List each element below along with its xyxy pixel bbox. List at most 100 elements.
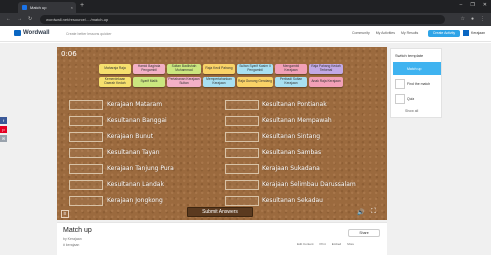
new-tab-button[interactable]: +: [80, 2, 84, 10]
match-label: Kesultanan Banggai: [107, 117, 167, 124]
answer-tile[interactable]: Mempertahankan Kerajaan: [203, 77, 235, 87]
header-links: Community My Activities My Results: [352, 31, 418, 35]
community-link[interactable]: Community: [352, 31, 370, 35]
answer-tile[interactable]: Kemerdekaan Daerah Kedah: [99, 77, 131, 87]
show-all-link[interactable]: Show all: [405, 109, 418, 113]
facebook-icon[interactable]: f: [0, 117, 7, 124]
drop-slot[interactable]: [225, 132, 259, 142]
quiz-template-icon: [395, 94, 405, 104]
game-board: 0:06 Maharaja Raja Hamid Baginda Pengamb…: [57, 47, 387, 220]
email-icon[interactable]: ✉: [0, 135, 7, 142]
reload-icon[interactable]: ↻: [28, 16, 32, 22]
answer-tile[interactable]: Mengambil Kerajaan: [275, 64, 307, 74]
drop-slot[interactable]: [69, 180, 103, 190]
match-label: Kerajaan Sukadana: [262, 165, 320, 172]
back-icon[interactable]: ←: [6, 16, 11, 22]
match-label: Kerajaan Jongkong: [107, 197, 163, 204]
answer-tile[interactable]: Sultan Badlishah Muhammad: [167, 64, 201, 74]
profile-icon[interactable]: ●: [471, 16, 474, 22]
my-results-link[interactable]: My Results: [401, 31, 418, 35]
fullscreen-icon[interactable]: ⛶: [371, 208, 376, 216]
drop-slot[interactable]: [225, 180, 259, 190]
activity-title: Match up: [63, 227, 92, 234]
drop-slot[interactable]: [69, 132, 103, 142]
match-label: Kesultanan Tayan: [107, 149, 160, 156]
answer-tile[interactable]: Maharaja Raja: [99, 64, 131, 74]
logo-icon: [14, 30, 21, 36]
template-label[interactable]: Match up: [407, 67, 421, 71]
bookmark-star-icon[interactable]: ☆: [460, 16, 464, 22]
embed-link[interactable]: Embed: [332, 242, 342, 246]
answer-tile[interactable]: Hamid Baginda Pengambil: [133, 64, 165, 74]
browser-tabbar: Match up × + – ❐ ✕: [0, 0, 491, 13]
activity-info: Match up by Kerajaan # kerajaan Share Ed…: [57, 222, 387, 255]
drop-slot[interactable]: [69, 100, 103, 110]
my-activities-link[interactable]: My Activities: [376, 31, 395, 35]
print-link[interactable]: Print: [320, 242, 326, 246]
avatar: [463, 30, 469, 36]
match-label: Kerajaan Tanjung Pura: [107, 165, 174, 172]
user-name: Kerajaan: [471, 31, 486, 35]
drop-slot[interactable]: [225, 196, 259, 206]
answer-tile[interactable]: Raja Gunung Gendang: [237, 77, 273, 87]
nav-buttons: ← → ↻: [6, 16, 32, 22]
drop-slot[interactable]: [225, 164, 259, 174]
forward-icon[interactable]: →: [17, 16, 22, 22]
share-button[interactable]: Share: [348, 229, 380, 237]
user-menu[interactable]: Kerajaan: [463, 30, 485, 36]
more-link[interactable]: More: [347, 242, 354, 246]
find-match-template-icon: [395, 79, 405, 89]
drop-slot[interactable]: [69, 148, 103, 158]
tab-close-icon[interactable]: ×: [71, 5, 73, 10]
sound-icon[interactable]: 🔊: [357, 209, 364, 216]
activity-actions: Edit Content Print Embed More: [297, 242, 354, 246]
menu-dots-icon[interactable]: ⋮: [480, 16, 485, 22]
match-label: Kesultanan Sintang: [262, 133, 321, 140]
close-window-icon[interactable]: ✕: [483, 2, 487, 8]
maximize-icon[interactable]: ❐: [470, 2, 474, 8]
drop-slot[interactable]: [225, 148, 259, 158]
activity-author[interactable]: by Kerajaan: [63, 237, 82, 241]
match-label: Kesultanan Landak: [107, 181, 164, 188]
pinterest-icon[interactable]: p: [0, 126, 7, 133]
minimize-icon[interactable]: –: [460, 2, 463, 8]
answer-tile[interactable]: Peribadi Sultan Kerajaan: [275, 77, 307, 87]
answer-tile[interactable]: Sultan Syarif Kasim II Pengambil: [237, 64, 273, 74]
site-header: Wordwall Create better lessons quicker C…: [0, 26, 491, 42]
wordwall-logo[interactable]: Wordwall: [14, 30, 50, 36]
browser-toolbar-icons: ☆ ● ⋮: [460, 16, 485, 22]
answer-tile[interactable]: Syarif Malik: [133, 77, 165, 87]
match-label: Kerajaan Mataram: [107, 101, 163, 108]
match-label: Kesultanan Mempawah: [262, 117, 332, 124]
submit-answers-button[interactable]: Submit Answers: [187, 207, 253, 217]
answer-tile[interactable]: Pertahanan Kerajaan Sultan: [167, 77, 201, 87]
browser-tab[interactable]: Match up ×: [18, 2, 76, 13]
social-share-bar: f p ✉: [0, 117, 8, 142]
drop-slot[interactable]: [225, 116, 259, 126]
tab-favicon-icon: [22, 5, 27, 10]
logo-text: Wordwall: [23, 30, 50, 36]
drop-slot[interactable]: [69, 196, 103, 206]
match-up-template-icon: [395, 64, 405, 74]
create-activity-button[interactable]: Create Activity: [428, 30, 460, 37]
window-controls: – ❐ ✕: [460, 2, 487, 8]
answer-tile[interactable]: Anak Raja Kerajaan: [309, 77, 343, 87]
switch-template-panel: Switch template Match up Find the match …: [390, 48, 442, 118]
match-label: Kerajaan Selimbau Darussalam: [262, 181, 356, 188]
template-label[interactable]: Find the match: [407, 82, 430, 86]
answer-tile[interactable]: Raja Kecil Pahang: [203, 64, 235, 74]
address-bar-row: ← → ↻ wordwall.net/resource/..../match-u…: [0, 13, 491, 26]
activity-tag[interactable]: # kerajaan: [63, 243, 79, 247]
template-label[interactable]: Quiz: [407, 97, 414, 101]
url-field[interactable]: wordwall.net/resource/..../match-up: [40, 15, 445, 24]
drop-slot[interactable]: [69, 164, 103, 174]
match-label: Kesultanan Sambas: [262, 149, 322, 156]
drop-slot[interactable]: [69, 116, 103, 126]
drop-slot[interactable]: [225, 100, 259, 110]
game-menu-icon[interactable]: ≡: [61, 210, 69, 218]
tab-title: Match up: [30, 5, 47, 10]
edit-content-link[interactable]: Edit Content: [297, 242, 314, 246]
match-label: Kesultanan Pontianak: [262, 101, 327, 108]
answer-tile[interactable]: Raja Pahang Kedah Terkenal: [309, 64, 343, 74]
match-label: Kesultanan Sekadau: [262, 197, 323, 204]
